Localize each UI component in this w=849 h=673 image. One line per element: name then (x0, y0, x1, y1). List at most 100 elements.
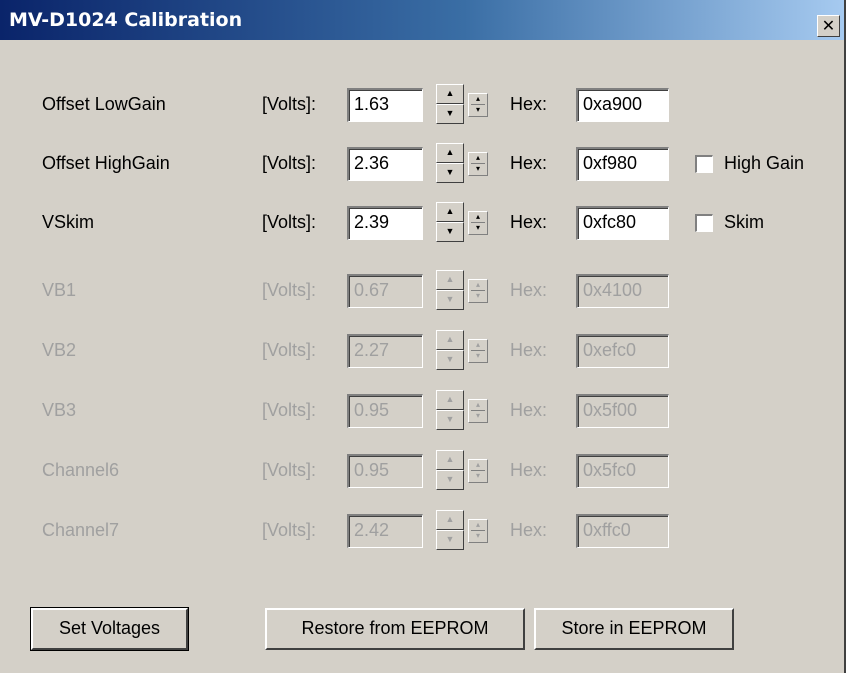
fine-spinner: ▴ ▾ (468, 459, 488, 483)
close-icon[interactable]: ✕ (817, 15, 840, 37)
volts-unit-label: [Volts]: (262, 280, 317, 300)
volts-spinner: ▲ ▼ (436, 450, 464, 490)
fine-spinner[interactable]: ▴ ▾ (468, 152, 488, 176)
spin-up-icon: ▲ (436, 390, 464, 410)
fine-spinner: ▴ ▾ (468, 399, 488, 423)
set-voltages-button[interactable]: Set Voltages (30, 607, 189, 651)
volts-spinner: ▲ ▼ (436, 270, 464, 310)
volts-spinner: ▲ ▼ (436, 510, 464, 550)
hex-label: Hex: (510, 212, 548, 232)
row-vskim: VSkim [Volts]: 2.39 ▲ ▼ ▴ ▾ Hex: 0xfc80 S… (0, 202, 846, 242)
spin-down-icon: ▼ (436, 350, 464, 370)
spin-down-icon: ▼ (436, 470, 464, 490)
row-offset-lowgain: Offset LowGain [Volts]: 1.63 ▲ ▼ ▴ ▾ Hex:… (0, 84, 846, 124)
skim-label[interactable]: Skim (724, 212, 764, 233)
hex-input: 0xefc0 (576, 334, 669, 368)
fine-up-icon: ▴ (475, 280, 480, 289)
row-label: VB1 (42, 280, 77, 300)
volts-spinner: ▲ ▼ (436, 330, 464, 370)
fine-down-icon: ▾ (475, 351, 480, 360)
volts-unit-label: [Volts]: (262, 212, 317, 232)
calibration-dialog: MV-D1024 Calibration ✕ Offset LowGain [V… (0, 0, 846, 673)
fine-up-icon: ▴ (475, 340, 480, 349)
row-label: VB3 (42, 400, 77, 420)
fine-up-icon[interactable]: ▴ (476, 94, 480, 103)
volts-unit-label: [Volts]: (262, 460, 317, 480)
volts-input: 2.42 (347, 514, 423, 548)
hex-label: Hex: (510, 400, 548, 420)
hex-input: 0xffc0 (576, 514, 669, 548)
spin-down-icon[interactable]: ▼ (436, 104, 464, 124)
spin-down-icon[interactable]: ▼ (436, 222, 464, 242)
volts-input[interactable]: 1.63 (347, 88, 423, 122)
hex-input: 0x5fc0 (576, 454, 669, 488)
fine-down-icon[interactable]: ▾ (476, 223, 480, 232)
row-vb2: VB2 [Volts]: 2.27 ▲ ▼ ▴ ▾ Hex: 0xefc0 (0, 330, 846, 370)
fine-down-icon: ▾ (475, 291, 480, 300)
volts-unit-label: [Volts]: (262, 520, 317, 540)
row-label: VB2 (42, 340, 77, 360)
spin-up-icon[interactable]: ▲ (436, 202, 464, 222)
hex-input[interactable]: 0xf980 (576, 147, 669, 181)
volts-input: 0.95 (347, 394, 423, 428)
volts-input[interactable]: 2.39 (347, 206, 423, 240)
hex-label: Hex: (510, 280, 548, 300)
high-gain-checkbox[interactable] (695, 155, 713, 173)
fine-up-icon: ▴ (475, 400, 480, 409)
hex-label: Hex: (510, 340, 548, 360)
restore-from-eeprom-button[interactable]: Restore from EEPROM (265, 608, 525, 650)
volts-unit-label: [Volts]: (262, 94, 317, 114)
row-label: Channel7 (42, 520, 120, 540)
fine-up-icon[interactable]: ▴ (476, 153, 480, 162)
hex-input: 0x5f00 (576, 394, 669, 428)
hex-label: Hex: (510, 460, 548, 480)
spin-up-icon[interactable]: ▲ (436, 84, 464, 104)
hex-input: 0x4100 (576, 274, 669, 308)
window-title: MV-D1024 Calibration (9, 9, 243, 31)
volts-input: 0.95 (347, 454, 423, 488)
fine-spinner[interactable]: ▴ ▾ (468, 93, 488, 117)
spin-down-icon: ▼ (436, 410, 464, 430)
spin-up-icon: ▲ (436, 450, 464, 470)
hex-input[interactable]: 0xfc80 (576, 206, 669, 240)
row-label: VSkim (42, 212, 95, 232)
volts-unit-label: [Volts]: (262, 400, 317, 420)
volts-unit-label: [Volts]: (262, 153, 317, 173)
spin-up-icon[interactable]: ▲ (436, 143, 464, 163)
fine-down-icon[interactable]: ▾ (476, 105, 480, 114)
volts-spinner: ▲ ▼ (436, 390, 464, 430)
store-in-eeprom-button[interactable]: Store in EEPROM (534, 608, 734, 650)
row-vb3: VB3 [Volts]: 0.95 ▲ ▼ ▴ ▾ Hex: 0x5f00 (0, 390, 846, 430)
fine-up-icon: ▴ (475, 520, 480, 529)
hex-label: Hex: (510, 94, 548, 114)
spin-down-icon: ▼ (436, 290, 464, 310)
row-label: Offset LowGain (42, 94, 166, 114)
volts-spinner[interactable]: ▲ ▼ (436, 143, 464, 183)
spin-up-icon: ▲ (436, 270, 464, 290)
spin-down-icon[interactable]: ▼ (436, 163, 464, 183)
row-channel7: Channel7 [Volts]: 2.42 ▲ ▼ ▴ ▾ Hex: 0xffc… (0, 510, 846, 550)
fine-spinner[interactable]: ▴ ▾ (468, 211, 488, 235)
volts-input[interactable]: 2.36 (347, 147, 423, 181)
fine-spinner: ▴ ▾ (468, 339, 488, 363)
fine-down-icon: ▾ (475, 531, 480, 540)
row-channel6: Channel6 [Volts]: 0.95 ▲ ▼ ▴ ▾ Hex: 0x5fc… (0, 450, 846, 490)
volts-input: 0.67 (347, 274, 423, 308)
hex-label: Hex: (510, 520, 548, 540)
fine-down-icon[interactable]: ▾ (476, 164, 480, 173)
volts-unit-label: [Volts]: (262, 340, 317, 360)
hex-input[interactable]: 0xa900 (576, 88, 669, 122)
fine-up-icon[interactable]: ▴ (476, 212, 480, 221)
fine-down-icon: ▾ (475, 411, 480, 420)
hex-label: Hex: (510, 153, 548, 173)
high-gain-label[interactable]: High Gain (724, 153, 804, 174)
title-bar[interactable]: MV-D1024 Calibration ✕ (0, 0, 844, 40)
volts-spinner[interactable]: ▲ ▼ (436, 84, 464, 124)
skim-checkbox[interactable] (695, 214, 713, 232)
spin-up-icon: ▲ (436, 510, 464, 530)
spin-down-icon: ▼ (436, 530, 464, 550)
volts-spinner[interactable]: ▲ ▼ (436, 202, 464, 242)
fine-down-icon: ▾ (475, 471, 480, 480)
volts-input: 2.27 (347, 334, 423, 368)
fine-spinner: ▴ ▾ (468, 279, 488, 303)
